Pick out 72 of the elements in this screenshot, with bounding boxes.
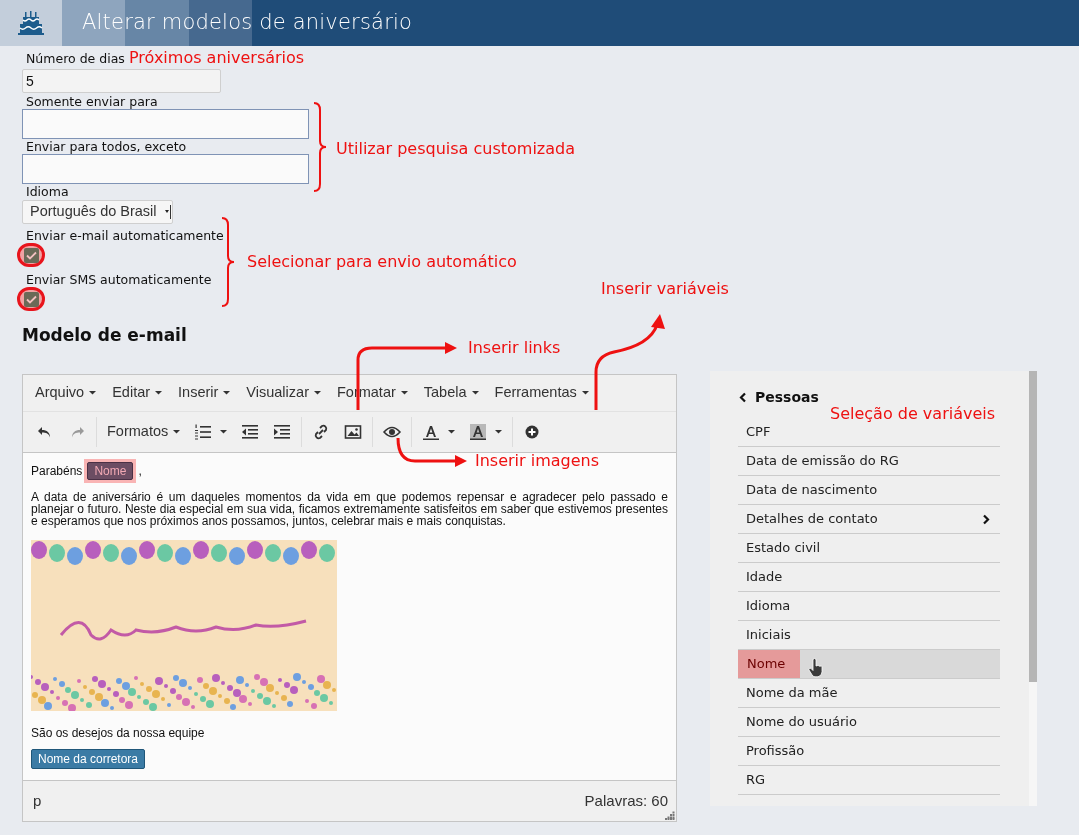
field-label: Enviar SMS automaticamente (26, 272, 212, 288)
menu-item[interactable]: Ferramentas (486, 378, 597, 408)
variable-list-item[interactable]: Nome do usuário (738, 708, 1000, 737)
days-input[interactable]: 5 (22, 69, 221, 93)
checkmark-icon (25, 294, 37, 304)
caret-icon (223, 391, 231, 395)
variable-list-item[interactable]: Detalhes de contato (738, 505, 1000, 534)
annotation-text: Selecionar para envio automático (247, 253, 517, 271)
annotation-text: Inserir links (468, 339, 561, 357)
element-path: p (33, 790, 42, 811)
annotation-text: Inserir imagens (475, 452, 600, 470)
caret-icon (471, 391, 479, 395)
field-label: Somente enviar para (26, 94, 158, 110)
annotation-text: Utilizar pesquisa customizada (336, 140, 576, 158)
menu-item[interactable]: Arquivo (27, 378, 105, 408)
variable-list-item[interactable]: RG (738, 766, 1000, 795)
variable-list-item[interactable]: Idioma (738, 592, 1000, 621)
field-label: Número de dias (26, 51, 125, 67)
variable-list-item[interactable]: Estado civil (738, 534, 1000, 563)
closing-text: São os desejos da nossa equipe (31, 727, 206, 739)
background-color-icon (469, 423, 488, 441)
checkmark-icon (25, 250, 37, 260)
menu-item[interactable]: Tabela (415, 378, 487, 408)
hand-cursor-icon (808, 658, 824, 678)
variable-list-item[interactable]: Profissão (738, 737, 1000, 766)
text-color-icon (422, 423, 441, 441)
search-field[interactable] (22, 109, 309, 139)
section-title: Modelo de e-mail (22, 325, 188, 345)
variable-list-item[interactable]: Data de nascimento (738, 476, 1000, 505)
dropdown-caret-icon (165, 205, 171, 219)
field-label: Enviar e-mail automaticamente (26, 228, 224, 244)
field-label: Enviar para todos, exceto (26, 139, 187, 155)
image-icon (344, 423, 363, 441)
annotation-text: Inserir variáveis (601, 280, 729, 298)
caret-icon (448, 430, 456, 434)
annotation-text: Próximos aniversários (129, 49, 305, 67)
indent-icon (273, 423, 292, 441)
resize-handle-icon (665, 810, 675, 820)
panel-title: Pessoas (755, 387, 819, 407)
variable-list-item[interactable]: Nome da mãe (738, 679, 1000, 708)
caret-icon (155, 391, 163, 395)
caret-icon (89, 391, 97, 395)
variable-list-item[interactable]: Idade (738, 563, 1000, 592)
cake-icon (17, 9, 45, 37)
back-chevron-icon (739, 391, 747, 403)
variable-tag: Nome (87, 462, 134, 480)
caret-icon (173, 430, 181, 434)
search-field[interactable] (22, 154, 309, 184)
checkbox[interactable] (23, 247, 39, 263)
caret-icon (220, 430, 228, 434)
menu-item[interactable]: Editar (104, 378, 171, 408)
window-title: Alterar modelos de aniversário (82, 9, 413, 37)
greeting-text: Parabéns (31, 465, 83, 477)
variable-list-item[interactable]: Nome (738, 650, 1000, 679)
caret-icon (400, 391, 408, 395)
numbered-list-icon (194, 423, 213, 441)
checkbox[interactable] (23, 291, 39, 307)
caret-icon (581, 391, 589, 395)
formats-dropdown[interactable]: Formatos (100, 417, 188, 447)
field-label: Idioma (26, 184, 69, 200)
caret-icon (313, 391, 321, 395)
annotation-arrow (396, 437, 467, 467)
language-select[interactable]: Português do Brasil (22, 200, 173, 224)
menu-item[interactable]: Visualizar (238, 378, 329, 408)
outdent-icon (241, 423, 260, 441)
message-paragraph: A data de aniversário é um daqueles momentos da vida em que podemos repensar e agradecer pelo passado e planejar o futuro. Neste dia especial em sua vida, ficamos extremamente satisfeitos em saber que estivemos presentes e esperamos que nos próximos anos possamos, juntos, celebrar mais e mais conquistas. (31, 491, 668, 527)
word-count: Palavras: 60 (584, 790, 668, 811)
signature-variable-tag: Nome da corretora (31, 749, 146, 769)
variable-list-item[interactable]: Data de emissão do RG (738, 447, 1000, 476)
caret-icon (495, 430, 503, 434)
menu-item[interactable]: Inserir (170, 378, 239, 408)
comma-text: , (138, 465, 142, 477)
